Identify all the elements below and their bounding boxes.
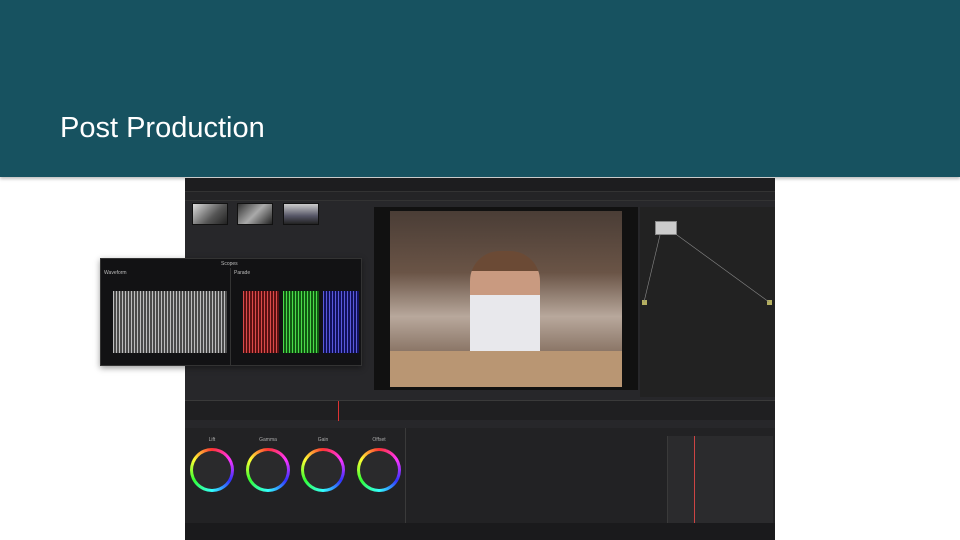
offset-wheel[interactable] xyxy=(357,448,401,492)
wheel-label: Offset xyxy=(372,437,386,443)
waveform-trace xyxy=(113,291,227,353)
scopes-title: Scopes xyxy=(221,261,238,267)
timeline-strip[interactable] xyxy=(185,400,775,421)
gamma-wheel[interactable] xyxy=(246,448,290,492)
keyframes-panel[interactable] xyxy=(667,436,773,526)
video-viewer[interactable] xyxy=(374,207,638,390)
parade-label: Parade xyxy=(234,270,251,276)
lift-wheel[interactable] xyxy=(190,448,234,492)
wheel-label: Gain xyxy=(317,437,329,443)
wheel-label: Gamma xyxy=(259,437,277,443)
slide-title: Post Production xyxy=(60,112,265,144)
gain-wheel[interactable] xyxy=(301,448,345,492)
clip-thumbnail[interactable] xyxy=(237,203,273,225)
blue-parade xyxy=(323,291,359,353)
top-toolbar xyxy=(185,178,775,192)
divider xyxy=(405,428,406,523)
clip-thumbnail[interactable] xyxy=(192,203,228,225)
slide-header: Post Production xyxy=(0,0,960,177)
waveform-label: Waveform xyxy=(104,270,127,276)
node-connections xyxy=(643,234,770,303)
desk xyxy=(390,351,622,387)
clip-thumbnail[interactable] xyxy=(283,203,319,225)
red-parade xyxy=(243,291,279,353)
secondary-toolbar xyxy=(185,192,775,201)
presenter-figure xyxy=(470,251,540,361)
video-frame xyxy=(390,211,622,387)
node-graph[interactable] xyxy=(640,207,775,397)
playhead[interactable] xyxy=(338,401,339,421)
page-nav-bar xyxy=(185,523,775,540)
green-parade xyxy=(283,291,319,353)
scopes-panel: Scopes Waveform Parade xyxy=(100,258,362,366)
wheel-label: Lift xyxy=(208,437,216,443)
